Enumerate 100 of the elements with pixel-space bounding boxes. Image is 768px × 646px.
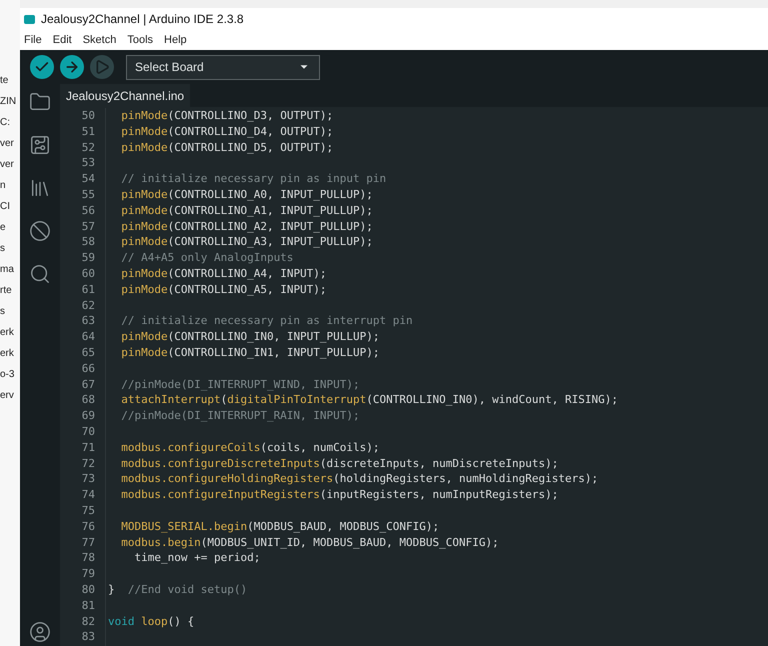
code-comment: //pinMode(DI_INTERRUPT_RAIN, INPUT); — [120, 408, 360, 424]
line-number: 81 — [82, 598, 95, 614]
line-number: 61 — [82, 282, 95, 298]
board-select-dropdown[interactable]: Select Board — [126, 54, 320, 80]
code-text: (CONTROLLINO_D5, OUTPUT); — [168, 140, 334, 156]
line-number: 52 — [82, 140, 95, 156]
background-window-text: e — [0, 221, 7, 234]
line-number: 79 — [82, 566, 95, 582]
background-window-text: s — [0, 242, 6, 255]
function-name: pinMode — [120, 186, 168, 203]
account-icon[interactable] — [28, 620, 52, 644]
menu-item[interactable]: File — [24, 32, 42, 48]
line-number: 78 — [82, 550, 95, 566]
code-text: (CONTROLLINO_A4, INPUT); — [168, 266, 327, 282]
background-window-text: C: — [0, 116, 11, 129]
line-number: 82 — [82, 614, 95, 630]
line-number: 67 — [82, 376, 95, 392]
line-number: 56 — [82, 202, 95, 219]
line-number: 51 — [82, 124, 95, 140]
code-text: (discreteInputs, numDiscreteInputs); — [320, 456, 558, 472]
function-name: pinMode — [120, 218, 168, 234]
function-name: attachInterrupt — [120, 392, 221, 408]
background-window-text: ver — [0, 158, 15, 171]
code-text: (CONTROLLINO_D4, OUTPUT); — [168, 124, 334, 140]
function-name: pinMode — [120, 202, 168, 219]
function-name: modbus.begin — [120, 534, 201, 550]
window-title: Jealousy2Channel | Arduino IDE 2.3.8 — [41, 11, 244, 28]
menu-item[interactable]: Edit — [52, 32, 72, 48]
no-entry-icon[interactable] — [28, 219, 52, 243]
background-window-text: s — [0, 305, 6, 318]
menu-item[interactable]: Tools — [127, 32, 154, 48]
play-icon — [94, 59, 110, 75]
board-icon[interactable] — [28, 133, 52, 157]
background-window-text: ma — [0, 263, 15, 276]
code-text: (coils, numCoils); — [260, 440, 380, 456]
code-text: (CONTROLLINO_A1, INPUT_PULLUP); — [168, 202, 373, 219]
function-name: digitalPinToInterrupt — [227, 392, 366, 408]
line-number: 72 — [82, 456, 95, 472]
background-window-text: erv — [0, 389, 15, 402]
line-number: 66 — [82, 360, 95, 377]
line-number: 50 — [82, 108, 95, 124]
menu-item[interactable]: Sketch — [82, 32, 116, 48]
line-number: 71 — [82, 440, 95, 456]
line-number: 69 — [82, 408, 95, 424]
code-comment: // initialize necessary pin as input pin — [120, 171, 386, 187]
line-number: 65 — [82, 344, 95, 361]
line-number: 80 — [82, 582, 95, 598]
function-name: MODBUS_SERIAL.begin — [120, 518, 248, 535]
file-tab[interactable]: Jealousy2Channel.ino — [60, 84, 190, 107]
code-comment: //End void setup() — [126, 582, 248, 598]
code-text: (holdingRegisters, numHoldingRegisters); — [333, 471, 598, 488]
code-text: (inputRegisters, numInputRegisters); — [320, 487, 558, 503]
function-name: pinMode — [120, 124, 168, 140]
background-window-text: CI — [0, 200, 11, 213]
code-comment: // initialize necessary pin as interrupt pin — [120, 313, 413, 330]
line-number: 75 — [82, 502, 95, 519]
background-window-text: erk — [0, 347, 15, 360]
line-number: 55 — [82, 186, 95, 203]
function-name: pinMode — [120, 108, 168, 124]
line-number: 60 — [82, 266, 95, 282]
function-name: modbus.configureDiscreteInputs — [120, 456, 320, 472]
line-number: 83 — [82, 629, 95, 646]
line-number: 77 — [82, 534, 95, 550]
code-text: ( — [220, 392, 228, 408]
upload-button[interactable] — [60, 55, 84, 79]
code-text: (CONTROLLINO_D3, OUTPUT); — [168, 108, 334, 124]
code-text: (CONTROLLINO_A3, INPUT_PULLUP); — [168, 234, 373, 250]
line-number: 64 — [82, 329, 95, 345]
background-window-text: ver — [0, 137, 15, 150]
line-number: 73 — [82, 471, 95, 488]
line-number: 58 — [82, 234, 95, 250]
background-window-text: ZIN — [0, 95, 18, 108]
function-name: modbus.configureInputRegisters — [120, 487, 320, 503]
arrow-right-icon — [64, 59, 80, 75]
line-number: 62 — [82, 298, 95, 314]
code-text: (CONTROLLINO_A2, INPUT_PULLUP); — [168, 218, 373, 234]
background-window-text: erk — [0, 326, 15, 339]
search-icon[interactable] — [28, 262, 52, 286]
line-number: 76 — [82, 518, 95, 535]
function-name: pinMode — [120, 329, 168, 345]
code-text: () { — [168, 614, 194, 630]
line-number: 70 — [82, 424, 95, 440]
code-text: (CONTROLLINO_IN0, INPUT_PULLUP); — [168, 329, 380, 345]
code-text: (CONTROLLINO_IN0), windCount, RISING); — [366, 392, 618, 408]
line-number: 63 — [82, 313, 95, 330]
verify-button[interactable] — [30, 55, 54, 79]
line-number: 57 — [82, 218, 95, 234]
background-window-text: n — [0, 179, 7, 192]
menu-item[interactable]: Help — [164, 32, 187, 48]
code-comment: //pinMode(DI_INTERRUPT_WIND, INPUT); — [120, 376, 360, 392]
function-name: loop — [140, 614, 168, 630]
function-name: modbus.configureHoldingRegisters — [120, 471, 334, 488]
code-keyword: void — [108, 614, 134, 630]
code-comment: // A4+A5 only AnalogInputs — [120, 250, 294, 266]
code-text: } — [108, 582, 115, 598]
line-number: 53 — [82, 155, 95, 172]
function-name: modbus.configureCoils — [120, 440, 260, 456]
app-logo-icon — [24, 14, 35, 24]
code-text: (CONTROLLINO_IN1, INPUT_PULLUP); — [168, 344, 380, 361]
line-number: 74 — [82, 487, 95, 503]
